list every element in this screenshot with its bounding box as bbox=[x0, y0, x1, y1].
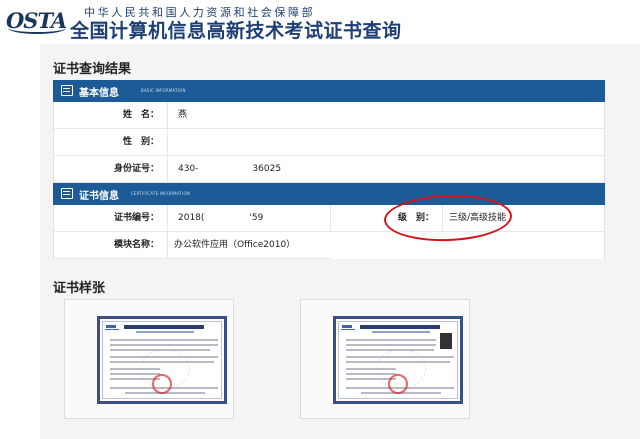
basic-info-table: 姓 名： 燕 性 别： 身份证号： 430- 36025 bbox=[53, 102, 605, 183]
certificate-icon bbox=[61, 188, 73, 199]
site-header: OSTA 中华人民共和国人力资源和社会保障部 全国计算机信息高新技术考试证书查询 bbox=[0, 0, 640, 44]
table-row: 身份证号： 430- 36025 bbox=[54, 156, 604, 183]
divider bbox=[167, 129, 168, 155]
samples-section-title: 证书样张 bbox=[53, 280, 106, 295]
cert-info-en: CERTIFICATE INFORMATION bbox=[131, 191, 191, 196]
certificate-title-mark bbox=[360, 325, 440, 329]
osta-logo-icon bbox=[105, 325, 119, 330]
divider bbox=[167, 156, 168, 182]
module-value: 办公软件应用（Office2010） bbox=[174, 240, 296, 250]
osta-logo: OSTA bbox=[6, 8, 68, 36]
name-value: 燕 bbox=[178, 110, 188, 120]
text-line bbox=[110, 349, 210, 351]
logo-swoosh bbox=[8, 22, 66, 34]
module-label: 模块名称： bbox=[113, 240, 159, 250]
text-line bbox=[346, 344, 436, 346]
text-line bbox=[110, 368, 160, 370]
text-line bbox=[110, 361, 214, 363]
red-seal-icon bbox=[388, 374, 408, 394]
text-line bbox=[346, 356, 454, 358]
divider bbox=[167, 232, 168, 258]
text-line bbox=[110, 339, 218, 341]
text-line bbox=[110, 373, 160, 375]
certificate-sample-image bbox=[97, 316, 227, 404]
table-row: 性 别： bbox=[54, 129, 604, 156]
osta-logo-icon bbox=[341, 325, 355, 330]
table-row: 姓 名： 燕 bbox=[54, 102, 604, 129]
page-title: 全国计算机信息高新技术考试证书查询 bbox=[70, 20, 402, 42]
cert-info-title: 证书信息 bbox=[79, 191, 119, 202]
sample-certificate-box[interactable] bbox=[64, 299, 234, 419]
divider bbox=[167, 102, 168, 128]
list-icon bbox=[61, 85, 73, 96]
gender-label: 性 别： bbox=[122, 137, 159, 147]
sample-certificate-box[interactable] bbox=[300, 299, 470, 419]
cert-number-value: 2018( '59 bbox=[178, 213, 264, 223]
certificate-sample-image bbox=[333, 316, 463, 404]
text-line bbox=[346, 373, 396, 375]
red-seal-icon bbox=[152, 374, 172, 394]
basic-info-en: BASIC INFORMATION bbox=[141, 88, 186, 93]
cert-number-label: 证书编号： bbox=[113, 213, 159, 223]
text-line bbox=[110, 356, 218, 358]
text-line bbox=[346, 368, 396, 370]
text-line bbox=[346, 339, 436, 341]
basic-info-title: 基本信息 bbox=[79, 88, 119, 99]
table-row: 证书编号： 2018( '59 级 别： 三级/高级技能 bbox=[54, 205, 604, 232]
certificate-subtitle-mark bbox=[136, 331, 194, 333]
result-section-title: 证书查询结果 bbox=[53, 61, 132, 76]
cert-info-bar: 证书信息 CERTIFICATE INFORMATION bbox=[53, 183, 605, 205]
text-line bbox=[346, 349, 434, 351]
id-number-value: 430- 36025 bbox=[178, 164, 282, 174]
name-label: 姓 名： bbox=[122, 110, 159, 120]
text-line bbox=[346, 361, 450, 363]
id-number-label: 身份证号： bbox=[113, 164, 159, 174]
table-row: 模块名称： 办公软件应用（Office2010） bbox=[54, 232, 330, 259]
cert-info-table: 证书编号： 2018( '59 级 别： 三级/高级技能 模块名称： 办公软件应… bbox=[53, 205, 605, 259]
certificate-title-mark bbox=[124, 325, 204, 329]
text-line bbox=[110, 344, 218, 346]
photo-icon bbox=[440, 333, 452, 349]
basic-info-bar: 基本信息 BASIC INFORMATION bbox=[53, 80, 605, 102]
certificate-subtitle-mark bbox=[372, 331, 430, 333]
divider bbox=[167, 205, 168, 231]
